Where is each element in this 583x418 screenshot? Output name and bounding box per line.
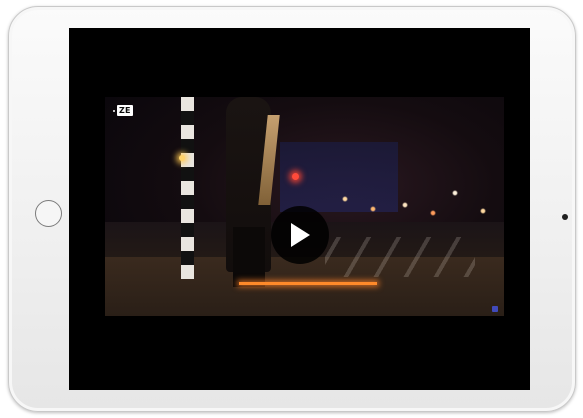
channel-logo-dot (113, 109, 115, 112)
video-frame-person-legs (233, 227, 265, 287)
front-camera (562, 214, 568, 220)
channel-logo-text: ZE (117, 105, 133, 116)
video-player[interactable]: ZE (105, 97, 504, 316)
video-frame-lane-markings (325, 237, 475, 277)
home-button[interactable] (35, 200, 62, 227)
video-frame-pole-light (179, 155, 185, 161)
video-frame-street-lights (335, 187, 495, 227)
play-button[interactable] (271, 206, 329, 264)
video-frame-traffic-light (292, 173, 299, 180)
corner-indicator (492, 306, 498, 312)
play-icon (291, 223, 310, 247)
video-frame-striped-pole (181, 97, 194, 279)
video-frame-ground-light-strip (239, 282, 377, 285)
channel-logo: ZE (113, 105, 133, 116)
